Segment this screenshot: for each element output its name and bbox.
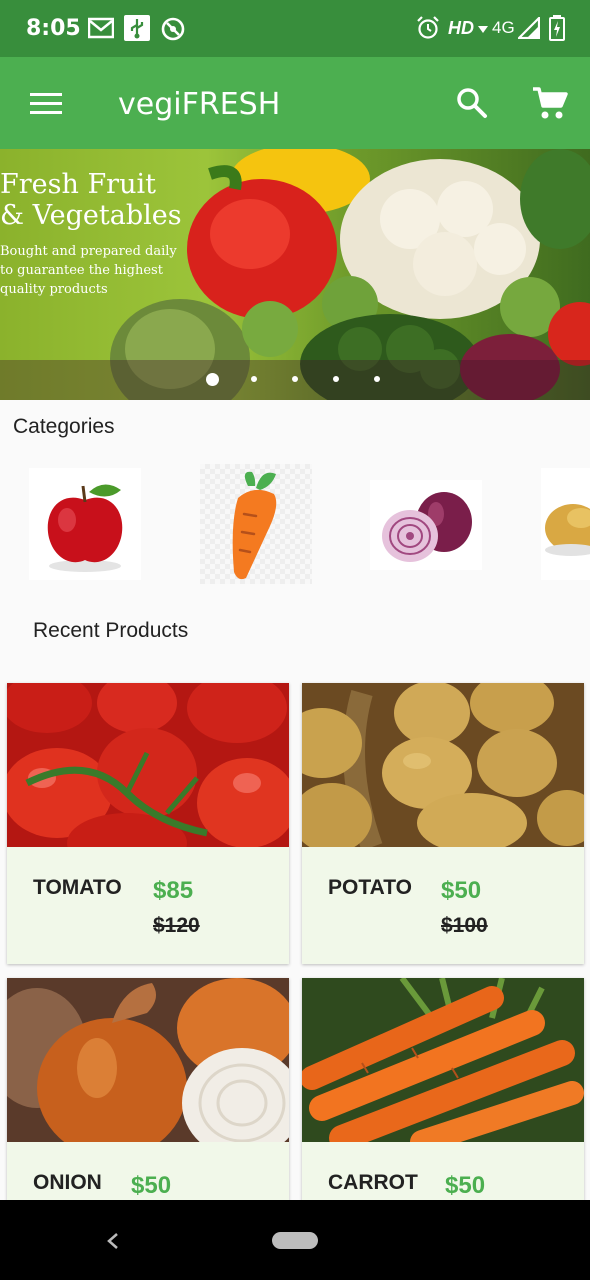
gmail-notification-icon	[88, 17, 114, 39]
banner-subtitle: Bought and prepared daily to guarantee t…	[0, 242, 177, 299]
signal-arrow-icon	[478, 26, 488, 33]
app-bar: vegiFRESH	[0, 57, 590, 149]
product-card-carrot[interactable]: CARROT $50	[302, 978, 584, 1218]
banner-headline-line2: & Vegetables	[0, 200, 182, 231]
banner-subtitle-line1: Bought and prepared daily	[0, 244, 177, 259]
app-title: vegiFRESH	[118, 87, 281, 122]
product-price: $50	[441, 877, 482, 904]
hd-indicator: HD	[448, 18, 474, 38]
system-navigation-bar	[0, 1200, 590, 1280]
promo-banner[interactable]: Fresh Fruit & Vegetables Bought and prep…	[0, 149, 590, 400]
banner-headline: Fresh Fruit & Vegetables	[0, 169, 182, 231]
usb-notification-icon	[124, 15, 150, 41]
banner-subtitle-line2: to guarantee the highest	[0, 263, 163, 278]
cell-signal-icon	[518, 17, 540, 39]
carrot-product-image	[302, 978, 584, 1142]
product-name: POTATO	[328, 876, 412, 899]
alarm-icon	[417, 16, 439, 39]
category-apple[interactable]	[29, 468, 141, 580]
menu-icon[interactable]	[30, 93, 62, 115]
product-price: $50	[131, 1172, 172, 1199]
data-saver-icon	[161, 17, 185, 41]
status-time: 8:05	[26, 16, 81, 41]
carousel-dot-2[interactable]	[251, 376, 257, 382]
carousel-dot-5[interactable]	[374, 376, 380, 382]
product-price: $50	[445, 1172, 486, 1199]
category-carrot[interactable]	[200, 464, 312, 584]
product-card-tomato[interactable]: TOMATO $85 $120	[7, 683, 289, 964]
potato-icon	[545, 504, 590, 556]
category-potato[interactable]	[541, 468, 590, 580]
onion-product-image	[7, 978, 289, 1142]
product-old-price: $120	[153, 914, 200, 937]
potato-product-image	[302, 683, 584, 847]
banner-headline-line1: Fresh Fruit	[0, 169, 156, 200]
product-name: ONION	[33, 1171, 102, 1194]
cart-icon[interactable]	[532, 86, 568, 120]
banner-subtitle-line3: quality products	[0, 282, 108, 297]
categories-heading: Categories	[13, 415, 115, 438]
product-price: $85	[153, 877, 194, 904]
home-pill-button[interactable]	[272, 1232, 318, 1249]
product-name: CARROT	[328, 1171, 418, 1194]
carousel-dot-4[interactable]	[333, 376, 339, 382]
product-card-potato[interactable]: POTATO $50 $100	[302, 683, 584, 964]
back-icon[interactable]	[106, 1232, 120, 1250]
carousel-dot-3[interactable]	[292, 376, 298, 382]
carousel-dot-1[interactable]	[206, 373, 219, 386]
product-name: TOMATO	[33, 876, 122, 899]
search-icon[interactable]	[456, 87, 488, 119]
product-card-onion[interactable]: ONION $50	[7, 978, 289, 1218]
onion-icon	[382, 492, 472, 562]
status-bar: 8:05 HD 4G	[0, 0, 590, 57]
network-type-label: 4G	[492, 18, 515, 37]
product-old-price: $100	[441, 914, 488, 937]
recent-products-heading: Recent Products	[33, 619, 189, 642]
carrot-icon	[232, 471, 277, 580]
apple-icon	[47, 484, 123, 572]
battery-icon	[549, 15, 565, 41]
tomato-product-image	[7, 683, 289, 847]
category-onion[interactable]	[370, 480, 482, 570]
